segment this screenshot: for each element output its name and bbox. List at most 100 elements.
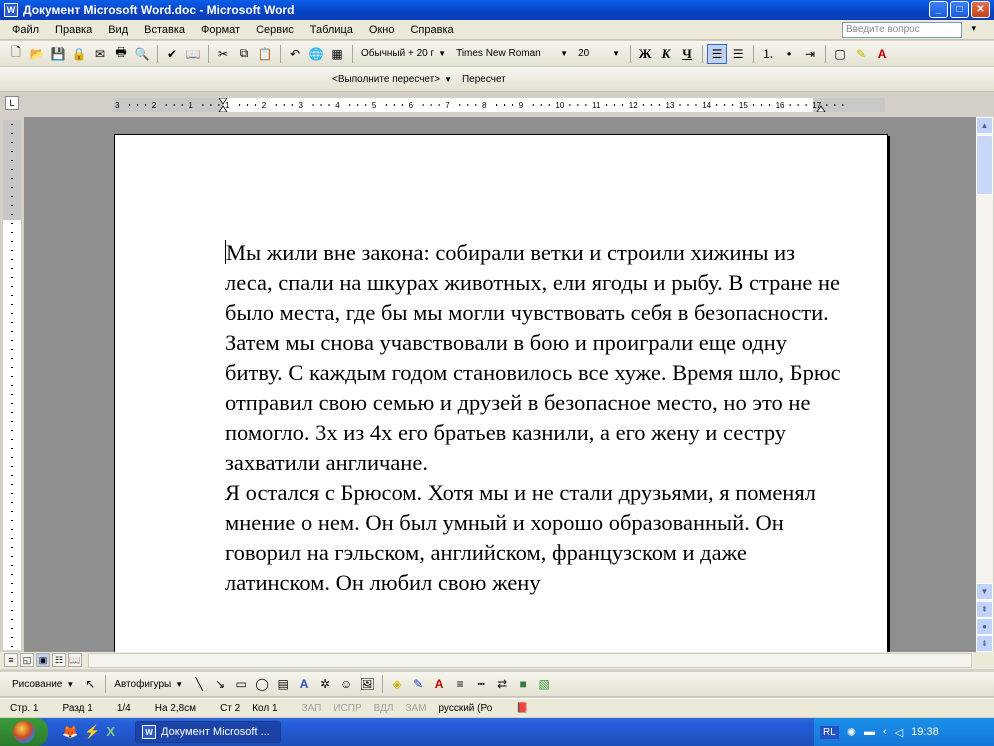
line-style-icon[interactable]: ≡ (450, 674, 470, 694)
brightness-icon[interactable]: ✺ (847, 726, 856, 739)
picture-icon[interactable]: 🖼 (357, 674, 377, 694)
clipart-icon[interactable]: ☺ (336, 674, 356, 694)
shadow-icon[interactable]: ■ (513, 674, 533, 694)
menu-view[interactable]: Вид (100, 24, 136, 36)
next-page-icon[interactable]: ⇟ (976, 635, 993, 652)
line-icon[interactable]: ╲ (189, 674, 209, 694)
font-dropdown[interactable]: Times New Roman ▼ (452, 45, 572, 63)
bullets-icon[interactable]: • (779, 44, 799, 64)
network-icon[interactable]: ▬ (864, 726, 875, 738)
status-language[interactable]: русский (Ро (438, 703, 492, 714)
rectangle-icon[interactable]: ▭ (231, 674, 251, 694)
style-dropdown[interactable]: Обычный + 20 г ▼ (357, 45, 450, 63)
dash-style-icon[interactable]: ┅ (471, 674, 491, 694)
recalc-field-dropdown[interactable]: <Выполните пересчет> ▼ (328, 70, 456, 88)
minimize-button[interactable]: _ (929, 1, 948, 18)
menu-format[interactable]: Формат (193, 24, 248, 36)
3d-icon[interactable]: ▧ (534, 674, 554, 694)
menu-table[interactable]: Таблица (302, 24, 361, 36)
highlight-icon[interactable]: ✎ (851, 44, 871, 64)
excel-icon[interactable]: X (106, 724, 115, 740)
italic-button[interactable]: К (656, 44, 676, 64)
select-objects-icon[interactable]: ↖ (80, 674, 100, 694)
spelling-icon[interactable]: ✔ (162, 44, 182, 64)
paste-icon[interactable]: 📋 (255, 44, 275, 64)
wordart-icon[interactable]: A (294, 674, 314, 694)
menu-window[interactable]: Окно (361, 24, 403, 36)
new-document-icon[interactable]: 🗋 (6, 44, 26, 64)
copy-icon[interactable]: ⧉ (234, 44, 254, 64)
maximize-button[interactable]: □ (950, 1, 969, 18)
close-button[interactable]: ✕ (971, 1, 990, 18)
volume-icon[interactable]: ◁ (895, 726, 903, 739)
cut-icon[interactable]: ✂ (213, 44, 233, 64)
print-layout-icon[interactable]: ▣ (36, 653, 50, 667)
ask-question-input[interactable]: Введите вопрос (842, 22, 962, 38)
menu-help[interactable]: Справка (402, 24, 461, 36)
print-preview-icon[interactable]: 🔍 (132, 44, 152, 64)
menu-insert[interactable]: Вставка (136, 24, 193, 36)
indent-icon[interactable]: ⇥ (800, 44, 820, 64)
email-icon[interactable]: ✉ (90, 44, 110, 64)
document-page[interactable]: Мы жили вне закона: собирали ветки и стр… (114, 134, 888, 652)
paragraph-1[interactable]: Мы жили вне закона: собирали ветки и стр… (225, 238, 845, 478)
undo-icon[interactable]: ↶ (285, 44, 305, 64)
clock[interactable]: 19:38 (911, 726, 939, 738)
start-button[interactable] (0, 718, 48, 746)
tab-stop-selector[interactable]: L (5, 96, 19, 110)
help-dropdown-icon[interactable]: ▾ (971, 23, 976, 34)
previous-page-icon[interactable]: ⇞ (976, 601, 993, 618)
align-left-icon[interactable]: ☰ (707, 43, 728, 64)
align-center-icon[interactable]: ☰ (728, 44, 748, 64)
language-indicator[interactable]: RL (820, 725, 839, 739)
print-icon[interactable]: 🖶 (111, 44, 131, 64)
table-icon[interactable]: ▦ (327, 44, 347, 64)
arrow-icon[interactable]: ↘ (210, 674, 230, 694)
firefox-icon[interactable]: 🦊 (62, 724, 78, 740)
normal-view-icon[interactable]: ≡ (4, 653, 18, 667)
save-icon[interactable]: 💾 (48, 44, 68, 64)
scroll-up-icon[interactable]: ▲ (976, 117, 993, 134)
diagram-icon[interactable]: ✲ (315, 674, 335, 694)
permission-icon[interactable]: 🔒 (69, 44, 89, 64)
font-size-dropdown[interactable]: 20 ▼ (574, 45, 624, 63)
open-folder-icon[interactable]: 📂 (27, 44, 47, 64)
select-browse-object-icon[interactable]: ● (976, 618, 993, 635)
paragraph-2[interactable]: Я остался с Брюсом. Хотя мы и не стали д… (225, 478, 845, 598)
recalc-button[interactable]: Пересчет (458, 70, 510, 88)
fill-color-icon[interactable]: ◈ (387, 674, 407, 694)
taskbar-word-button[interactable]: W Документ Microsoft ... (135, 721, 282, 743)
status-ext[interactable]: ВДЛ (374, 703, 394, 714)
numbering-icon[interactable]: ⒈ (758, 44, 778, 64)
web-view-icon[interactable]: ◱ (20, 653, 34, 667)
oval-icon[interactable]: ◯ (252, 674, 272, 694)
quicklaunch-icon[interactable]: ⚡ (84, 724, 100, 740)
tray-expand-icon[interactable]: ‹ (883, 726, 887, 738)
font-color-icon[interactable]: A (872, 44, 892, 64)
horizontal-scrollbar[interactable] (88, 653, 972, 668)
document-body[interactable]: Мы жили вне закона: собирали ветки и стр… (225, 238, 845, 598)
arrow-style-icon[interactable]: ⇄ (492, 674, 512, 694)
bold-button[interactable]: Ж (635, 44, 655, 64)
vertical-scrollbar[interactable]: ▲ ▼ ⇞ ● ⇟ (976, 117, 993, 652)
research-icon[interactable]: 📖 (183, 44, 203, 64)
menu-tools[interactable]: Сервис (248, 24, 302, 36)
font-color-draw-icon[interactable]: A (429, 674, 449, 694)
outline-view-icon[interactable]: ☷ (52, 653, 66, 667)
menu-file[interactable]: Файл (4, 24, 47, 36)
textbox-icon[interactable]: ▤ (273, 674, 293, 694)
status-rec[interactable]: ЗАП (302, 703, 322, 714)
borders-icon[interactable]: ▢ (830, 44, 850, 64)
hyperlink-icon[interactable]: 🌐 (306, 44, 326, 64)
scroll-down-icon[interactable]: ▼ (976, 583, 993, 600)
line-color-icon[interactable]: ✎ (408, 674, 428, 694)
reading-view-icon[interactable]: 📖 (68, 653, 82, 667)
spelling-status-icon[interactable]: 📕 (516, 703, 528, 714)
autoshapes-menu[interactable]: Автофигуры ▼ (110, 675, 187, 693)
menu-edit[interactable]: Правка (47, 24, 100, 36)
vertical-ruler[interactable] (3, 120, 21, 650)
horizontal-ruler[interactable]: 3 2 1 1 2 3 4 5 6 7 8 9 10 11 12 13 14 15 16 17 (113, 98, 885, 112)
status-ovr[interactable]: ЗАМ (405, 703, 426, 714)
underline-button[interactable]: Ч (677, 44, 697, 64)
draw-menu[interactable]: Рисование ▼ (8, 675, 78, 693)
